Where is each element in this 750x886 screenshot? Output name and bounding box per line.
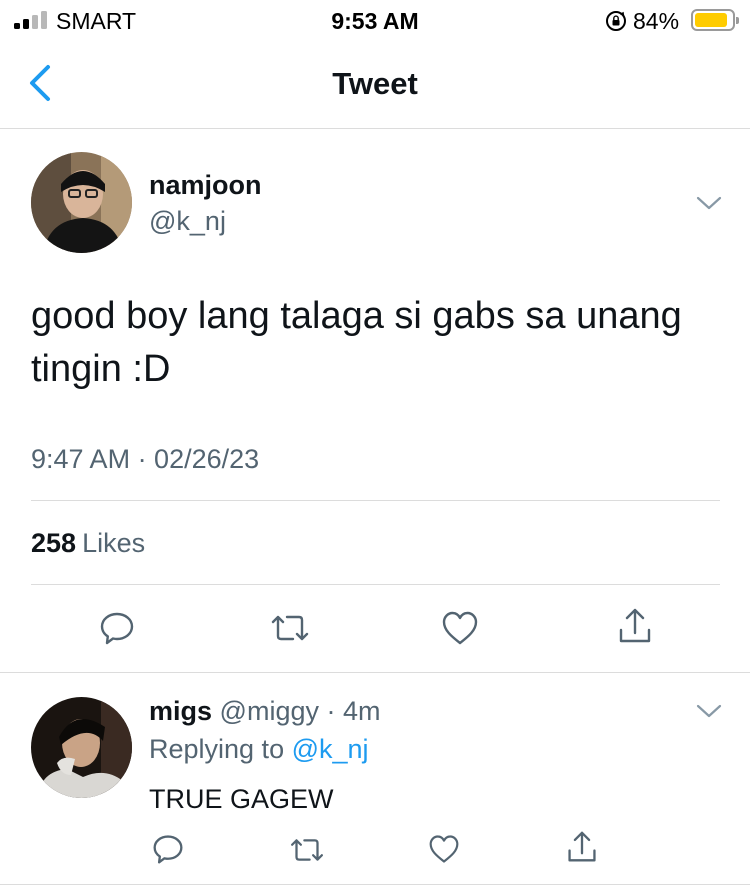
like-icon bbox=[429, 835, 459, 863]
reply-display-name[interactable]: migs bbox=[149, 696, 212, 726]
share-icon bbox=[619, 608, 651, 643]
reply-like-button[interactable] bbox=[428, 834, 460, 864]
reply-share-button[interactable] bbox=[566, 829, 598, 865]
page-title: Tweet bbox=[332, 66, 418, 101]
avatar[interactable] bbox=[31, 152, 132, 253]
rotation-lock-icon bbox=[605, 10, 627, 32]
reply-avatar[interactable] bbox=[31, 697, 132, 798]
retweet-icon bbox=[290, 839, 324, 861]
reply-icon bbox=[100, 612, 134, 645]
retweet-icon bbox=[271, 615, 309, 641]
reply-meta: @miggy · 4m bbox=[219, 696, 381, 726]
reply-text: TRUE GAGEW bbox=[149, 784, 334, 814]
reply-header: migs @miggy · 4m bbox=[149, 696, 380, 727]
reply-icon bbox=[153, 835, 183, 864]
likes-count[interactable]: 258 Likes bbox=[31, 528, 145, 559]
replying-to-label: Replying to bbox=[149, 734, 285, 764]
share-icon bbox=[568, 831, 596, 862]
status-bar: SMART 9:53 AM 84% bbox=[0, 0, 750, 42]
nav-bar: Tweet bbox=[0, 42, 750, 129]
tweet-text: good boy lang talaga si gabs sa unang ti… bbox=[31, 295, 682, 390]
likes-number: 258 bbox=[31, 528, 77, 558]
battery-fill bbox=[695, 13, 727, 27]
reply-button[interactable] bbox=[99, 610, 135, 646]
retweet-button[interactable] bbox=[269, 612, 311, 644]
chevron-down-icon bbox=[696, 704, 722, 718]
like-icon bbox=[442, 611, 478, 645]
author-display-name[interactable]: namjoon bbox=[149, 170, 262, 201]
like-button[interactable] bbox=[441, 610, 479, 646]
author-handle[interactable]: @k_nj bbox=[149, 206, 226, 237]
divider bbox=[0, 884, 750, 885]
more-options-button[interactable] bbox=[696, 195, 722, 211]
mention-link[interactable]: @k_nj bbox=[292, 734, 369, 764]
replying-to: Replying to @k_nj bbox=[149, 734, 369, 765]
reply-reply-button[interactable] bbox=[152, 833, 184, 865]
divider bbox=[31, 500, 720, 501]
battery-icon bbox=[691, 9, 739, 31]
battery-percent: 84% bbox=[633, 8, 680, 34]
reply-more-options-button[interactable] bbox=[696, 703, 722, 719]
reply-retweet-button[interactable] bbox=[288, 836, 326, 864]
divider bbox=[0, 672, 750, 673]
likes-label: Likes bbox=[82, 528, 146, 558]
tweet-timestamp[interactable]: 9:47 AM · 02/26/23 bbox=[31, 444, 259, 475]
divider bbox=[31, 584, 720, 585]
share-button[interactable] bbox=[617, 606, 653, 646]
chevron-down-icon bbox=[696, 196, 722, 210]
